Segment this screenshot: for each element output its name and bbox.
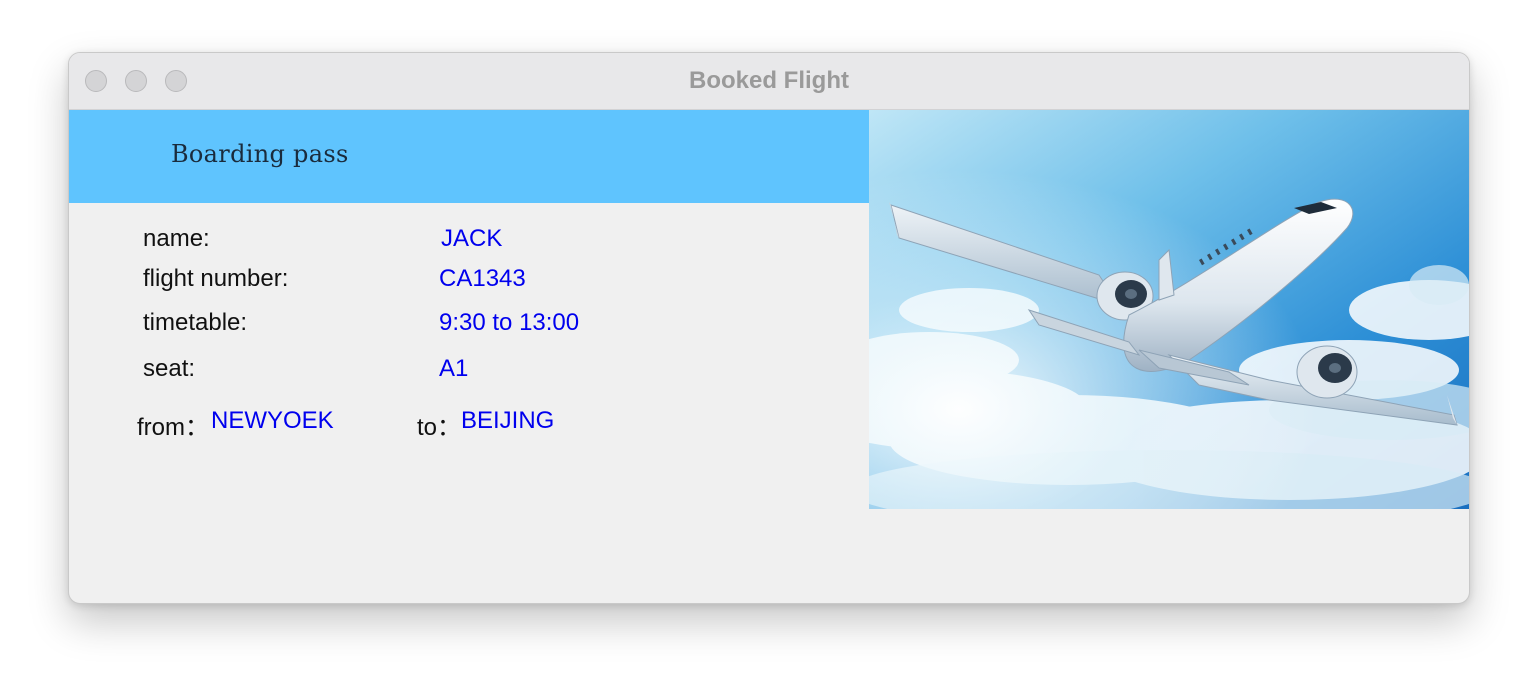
from-value: NEWYOEK [211, 407, 334, 434]
timetable-value: 9:30 to 13:00 [439, 309, 580, 336]
window-title: Booked Flight [689, 67, 849, 94]
flight-number-label: flight number: [143, 265, 289, 292]
airplane-image [869, 110, 1469, 509]
name-label: name: [143, 225, 210, 252]
from-label: from： [137, 414, 209, 441]
app-window: Booked Flight Boarding pass name: JACK f… [68, 52, 1470, 604]
name-value: JACK [441, 225, 503, 252]
seat-label: seat: [143, 355, 196, 382]
seat-value: A1 [439, 355, 469, 382]
banner-title: Boarding pass [171, 140, 349, 168]
boarding-pass-banner: Boarding pass [69, 110, 869, 203]
to-value: BEIJING [461, 407, 555, 434]
to-label: to： [417, 414, 462, 441]
title-bar[interactable]: Booked Flight [69, 53, 1469, 110]
airplane-photo [869, 110, 1469, 509]
flight-number-value: CA1343 [439, 265, 526, 292]
timetable-label: timetable: [143, 309, 248, 336]
